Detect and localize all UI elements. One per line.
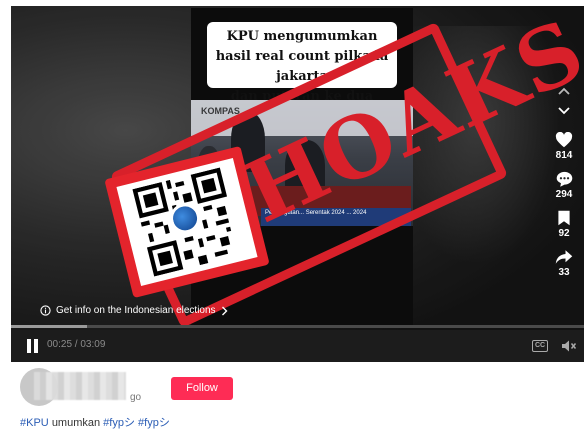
- comment-count: 294: [555, 189, 573, 200]
- comment-icon: [556, 171, 572, 187]
- like-count: 814: [555, 150, 573, 161]
- tiktok-post: KPU mengumumkan hasil real count pilkada…: [0, 0, 584, 430]
- description-text: umumkan: [51, 417, 101, 429]
- progress-fill: [11, 325, 87, 328]
- caption-line-1: KPU mengumumkan: [226, 29, 378, 44]
- follow-button[interactable]: Follow: [171, 377, 233, 400]
- hashtag-link[interactable]: #fypシ: [103, 417, 135, 429]
- comment-button[interactable]: 294: [544, 171, 584, 200]
- captions-button[interactable]: CC: [532, 340, 548, 352]
- next-video-button[interactable]: [544, 106, 584, 116]
- bookmark-icon: [558, 210, 570, 226]
- side-actions: 814 294 92 33: [544, 86, 584, 288]
- chevron-right-icon: [221, 306, 228, 315]
- like-button[interactable]: 814: [544, 132, 584, 161]
- pause-button[interactable]: [27, 339, 39, 353]
- info-icon: [40, 305, 51, 316]
- speaker-muted-icon: [562, 340, 577, 352]
- bookmark-button[interactable]: 92: [544, 210, 584, 239]
- share-button[interactable]: 33: [544, 249, 584, 278]
- author-name-suffix: go: [130, 392, 142, 403]
- video-player[interactable]: KPU mengumumkan hasil real count pilkada…: [11, 6, 584, 362]
- scene-logo-text: KOMPAS: [201, 106, 240, 116]
- progress-bar[interactable]: [11, 325, 584, 328]
- mute-button[interactable]: [561, 339, 577, 358]
- share-count: 33: [558, 267, 570, 278]
- share-icon: [555, 250, 573, 264]
- heart-icon: [555, 132, 573, 148]
- hashtag-link[interactable]: #fypシ: [138, 417, 170, 429]
- playback-time: 00:25 / 03:09: [47, 339, 106, 350]
- bookmark-count: 92: [558, 228, 570, 239]
- video-description: #KPU umumkan #fypシ #fypシ: [20, 414, 170, 430]
- chevron-down-icon: [558, 107, 570, 115]
- player-controls: 00:25 / 03:09 CC: [11, 330, 584, 362]
- chevron-up-icon: [558, 87, 570, 95]
- previous-video-button[interactable]: [544, 86, 584, 96]
- author-name-redacted: [34, 372, 126, 400]
- election-info-text: Get info on the Indonesian elections: [56, 305, 216, 316]
- election-info-link[interactable]: Get info on the Indonesian elections: [40, 305, 228, 316]
- hashtag-link[interactable]: #KPU: [20, 417, 49, 429]
